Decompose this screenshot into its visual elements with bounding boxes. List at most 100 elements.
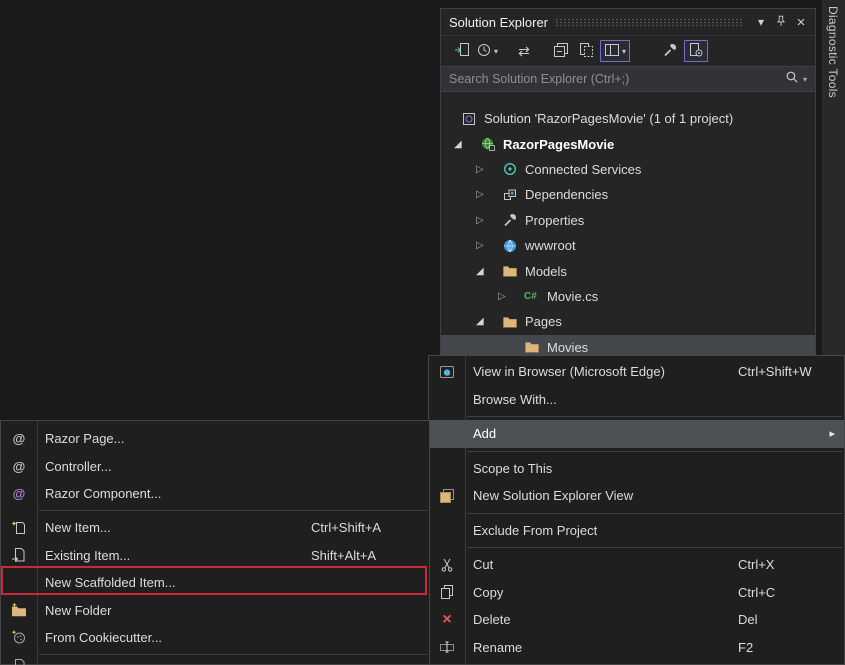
menu-item-label: From Cookiecutter... xyxy=(45,630,162,645)
menu-item-label: Exclude From Project xyxy=(473,523,597,538)
tree-item-solution[interactable]: Solution 'RazorPagesMovie' (1 of 1 proje… xyxy=(441,106,815,131)
active-view-filter-icon xyxy=(604,42,620,61)
panel-title: Solution Explorer xyxy=(449,15,548,30)
show-all-files-icon xyxy=(578,42,594,61)
menu-item-label: Browse With... xyxy=(473,392,557,407)
menu-item-razor-page[interactable]: @ Razor Page... xyxy=(1,425,429,452)
menu-item-from-cookiecutter[interactable]: From Cookiecutter... xyxy=(1,624,429,651)
tree-item-label: Connected Services xyxy=(525,162,641,177)
expander-expanded-icon[interactable]: ◢ xyxy=(476,316,502,327)
chevron-down-icon: ▾ xyxy=(758,15,764,29)
delete-icon: × xyxy=(438,612,456,628)
tree-item-label: wwwroot xyxy=(525,238,576,253)
submenu-arrow-icon: ▸ xyxy=(829,427,835,440)
menu-item-partial[interactable] xyxy=(1,658,429,665)
properties-wrench-icon xyxy=(502,212,522,228)
menu-item-delete[interactable]: × Delete Del xyxy=(429,606,844,634)
menu-item-label: Add xyxy=(473,426,496,441)
new-folder-icon xyxy=(10,602,28,618)
expander-expanded-icon[interactable]: ◢ xyxy=(476,266,502,277)
search-icon[interactable] xyxy=(785,70,799,89)
tree-item-razorpagesmovie[interactable]: ◢ RazorPagesMovie xyxy=(441,131,815,156)
expander-collapsed-icon[interactable]: ▷ xyxy=(498,291,524,302)
copy-icon xyxy=(438,584,456,600)
close-button[interactable]: × xyxy=(791,12,811,32)
menu-item-scope-to-this[interactable]: Scope to This xyxy=(429,455,844,483)
tree-item-pages[interactable]: ◢ Pages xyxy=(441,309,815,334)
menu-item-shortcut: Shift+Alt+A xyxy=(311,548,376,563)
active-view-filter-button[interactable]: ▾ xyxy=(600,40,630,62)
switch-views-button[interactable]: ⇄ xyxy=(513,40,535,62)
menu-separator xyxy=(467,416,842,417)
existing-item-icon xyxy=(10,547,28,563)
cut-icon xyxy=(438,557,456,573)
menu-item-browse-with[interactable]: Browse With... xyxy=(429,386,844,414)
window-position-button[interactable]: ▾ xyxy=(751,12,771,32)
expander-collapsed-icon[interactable]: ▷ xyxy=(476,189,502,200)
tree-item-models[interactable]: ◢ Models xyxy=(441,258,815,283)
solution-explorer-toolbar: ▾ ⇄ ▾ xyxy=(441,36,815,66)
folder-icon xyxy=(502,263,522,279)
menu-item-label: Delete xyxy=(473,612,511,627)
menu-item-controller[interactable]: @ Controller... xyxy=(1,452,429,479)
drag-grip[interactable] xyxy=(555,18,744,27)
expander-expanded-icon[interactable]: ◢ xyxy=(454,139,480,150)
menu-item-rename[interactable]: Rename F2 xyxy=(429,634,844,662)
dependencies-icon xyxy=(502,187,522,203)
tree-item-label: Models xyxy=(525,264,567,279)
menu-separator xyxy=(467,547,842,548)
menu-item-label: Razor Page... xyxy=(45,431,125,446)
auto-hide-button[interactable] xyxy=(771,12,791,32)
solution-explorer-titlebar: Solution Explorer ▾ × xyxy=(441,9,815,36)
chevron-down-icon[interactable]: ▾ xyxy=(803,75,807,84)
tree-item-label: Dependencies xyxy=(525,187,608,202)
new-solution-explorer-view-icon xyxy=(438,488,456,504)
menu-item-exclude-from-project[interactable]: Exclude From Project xyxy=(429,517,844,545)
tree-item-label: Movies xyxy=(547,340,588,355)
preview-selected-items-icon xyxy=(688,42,704,61)
rename-icon xyxy=(438,639,456,655)
document-icon xyxy=(10,658,28,665)
preview-selected-items-button[interactable] xyxy=(684,40,708,62)
menu-item-existing-item[interactable]: Existing Item... Shift+Alt+A xyxy=(1,542,429,569)
menu-item-copy[interactable]: Copy Ctrl+C xyxy=(429,579,844,607)
tree-item-movie-cs[interactable]: ▷ C# Movie.cs xyxy=(441,284,815,309)
menu-item-new-folder[interactable]: New Folder xyxy=(1,596,429,623)
pending-changes-filter-icon xyxy=(476,42,492,61)
sync-with-active-document-button[interactable] xyxy=(451,40,473,62)
menu-item-view-in-browser[interactable]: View in Browser (Microsoft Edge) Ctrl+Sh… xyxy=(429,358,844,386)
menu-item-label: Rename xyxy=(473,640,522,655)
solution-icon xyxy=(461,111,481,127)
menu-item-label: Existing Item... xyxy=(45,548,130,563)
razor-page-icon: @ xyxy=(10,431,28,447)
add-submenu: @ Razor Page... @ Controller... @ Razor … xyxy=(0,420,430,665)
tree-item-wwwroot[interactable]: ▷ wwwroot xyxy=(441,233,815,258)
tree-item-label: Pages xyxy=(525,314,562,329)
expander-collapsed-icon[interactable]: ▷ xyxy=(476,215,502,226)
diagnostic-tools-label: Diagnostic Tools xyxy=(826,0,840,98)
menu-item-new-item[interactable]: New Item... Ctrl+Shift+A xyxy=(1,514,429,541)
menu-item-new-scaffolded-item[interactable]: New Scaffolded Item... xyxy=(1,569,429,596)
close-icon: × xyxy=(797,15,806,30)
tree-item-properties[interactable]: ▷ Properties xyxy=(441,208,815,233)
search-bar: ▾ xyxy=(441,66,815,92)
properties-button[interactable] xyxy=(659,40,681,62)
menu-item-add[interactable]: Add ▸ xyxy=(429,420,844,448)
chevron-down-icon: ▾ xyxy=(622,47,626,56)
show-all-files-button[interactable] xyxy=(575,40,597,62)
chevron-down-icon: ▾ xyxy=(494,47,498,56)
expander-collapsed-icon[interactable]: ▷ xyxy=(476,164,502,175)
search-input[interactable] xyxy=(449,72,785,86)
expander-collapsed-icon[interactable]: ▷ xyxy=(476,240,502,251)
collapse-all-icon xyxy=(553,42,569,61)
pending-changes-filter-button[interactable]: ▾ xyxy=(476,40,498,62)
menu-item-label: Cut xyxy=(473,557,493,572)
menu-separator xyxy=(39,654,427,655)
collapse-all-button[interactable] xyxy=(550,40,572,62)
tree-item-connected-services[interactable]: ▷ Connected Services xyxy=(441,157,815,182)
menu-item-cut[interactable]: Cut Ctrl+X xyxy=(429,551,844,579)
aspnet-project-icon xyxy=(480,136,500,152)
menu-item-new-solution-explorer-view[interactable]: New Solution Explorer View xyxy=(429,482,844,510)
tree-item-dependencies[interactable]: ▷ Dependencies xyxy=(441,182,815,207)
menu-item-razor-component[interactable]: @ Razor Component... xyxy=(1,480,429,507)
